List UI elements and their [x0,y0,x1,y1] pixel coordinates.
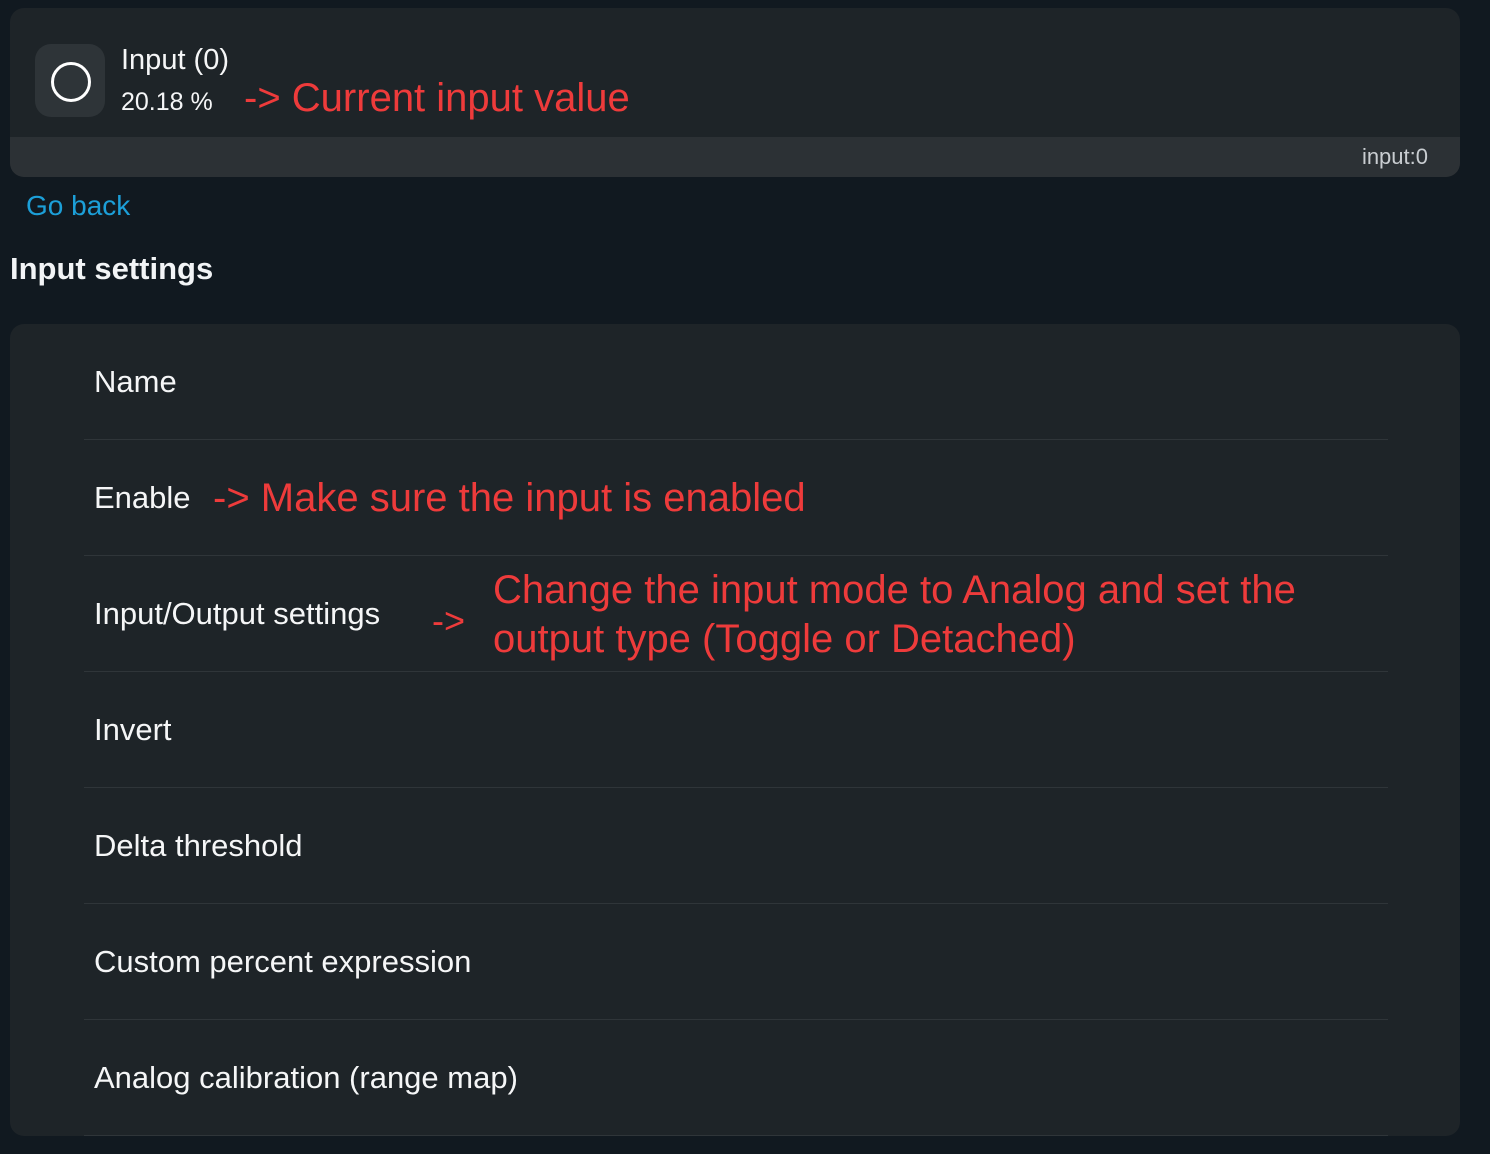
settings-row-input-output[interactable]: Input/Output settings -> Change the inpu… [84,556,1388,672]
entity-value: 20.18 % [121,88,213,116]
settings-row-label: Invert [94,712,172,747]
entity-card-footer: input:0 [10,137,1460,177]
annotation-io-arrow: -> [432,600,466,641]
settings-row-name[interactable]: Name [84,324,1388,440]
circle-ring [51,62,91,102]
settings-row-delta-threshold[interactable]: Delta threshold [84,788,1388,904]
settings-row-label: Custom percent expression [94,944,472,979]
entity-card: Input (0) 20.18 % -> Current input value… [10,8,1460,177]
annotation-input-output: Change the input mode to Analog and set … [493,566,1296,664]
settings-row-invert[interactable]: Invert [84,672,1388,788]
annotation-io-line1: Change the input mode to Analog and set … [493,568,1296,612]
annotation-enable: -> Make sure the input is enabled [213,476,806,520]
entity-id: input:0 [1361,144,1428,169]
annotation-current-value: -> Current input value [244,76,630,120]
settings-row-enable[interactable]: Enable -> Make sure the input is enabled [84,440,1388,556]
settings-row-label: Name [94,364,177,399]
row-divider [84,1135,1388,1136]
entity-card-header[interactable]: Input (0) 20.18 % -> Current input value [10,8,1460,137]
settings-row-label: Delta threshold [94,828,303,863]
settings-row-label: Input/Output settings [94,596,381,631]
circle-outline-icon[interactable] [35,44,105,117]
settings-row-analog-calibration[interactable]: Analog calibration (range map) [84,1020,1388,1136]
settings-row-custom-percent-expression[interactable]: Custom percent expression [84,904,1388,1020]
entity-name: Input (0) [121,44,229,76]
go-back-link[interactable]: Go back [26,190,130,222]
annotation-io-line2: output type (Toggle or Detached) [493,617,1076,661]
settings-row-label: Analog calibration (range map) [94,1060,518,1095]
settings-row-label: Enable [94,480,191,515]
settings-list: Name Enable -> Make sure the input is en… [10,324,1460,1136]
section-title: Input settings [10,251,214,286]
